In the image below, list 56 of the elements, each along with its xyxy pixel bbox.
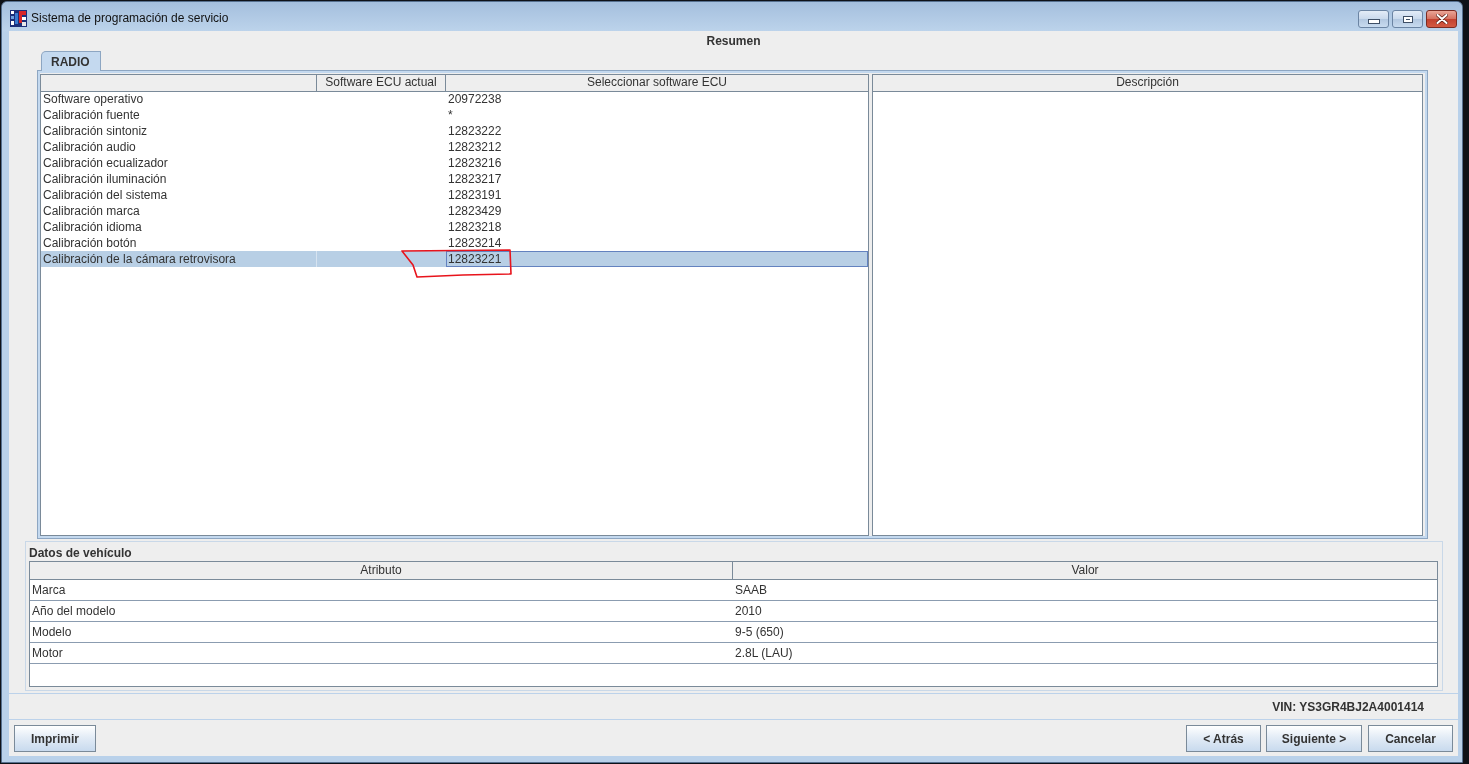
- table-cell-text: Calibración del sistema: [42, 187, 169, 203]
- table-row[interactable]: Calibración del sistema 12823191: [41, 187, 868, 203]
- table-cell-text: Calibración fuente: [42, 107, 141, 123]
- table-cell-text: SAAB: [734, 582, 768, 599]
- table-cell-text: 12823218: [447, 219, 503, 235]
- minimize-button[interactable]: [1358, 10, 1389, 28]
- table-cell-text: Calibración botón: [42, 235, 138, 251]
- tab[interactable]: RADIO: [41, 51, 101, 71]
- table-row[interactable]: Calibración audio 12823212: [41, 139, 868, 155]
- back-button[interactable]: < Atrás: [1186, 725, 1261, 752]
- table-cell-text: Modelo: [31, 624, 73, 641]
- table-cell-text: Calibración ecualizador: [42, 155, 169, 171]
- table-cell-text: Calibración marca: [42, 203, 141, 219]
- table-cell-text: 12823429: [447, 203, 503, 219]
- table-cell-text: Motor: [31, 645, 64, 662]
- table-cell-text: 12823222: [447, 123, 503, 139]
- table-row[interactable]: Calibración fuente *: [41, 107, 868, 123]
- window-title: Sistema de programación de servicio: [31, 10, 229, 27]
- maximize-button[interactable]: [1392, 10, 1423, 28]
- table-cell: 12823221: [446, 251, 868, 267]
- table-cell-text: Calibración audio: [42, 139, 137, 155]
- table-cell-text: Calibración iluminación: [42, 171, 168, 187]
- table-cell-text: 12823212: [447, 139, 503, 155]
- table-cell: Calibración de la cámara retrovisora: [41, 251, 317, 267]
- close-button[interactable]: [1426, 10, 1457, 28]
- cancel-button[interactable]: Cancelar: [1368, 725, 1453, 752]
- table-cell-text: *: [447, 107, 454, 123]
- table-cell-text: Calibración sintoniz: [42, 123, 149, 139]
- table-cell-text: Año del modelo: [31, 603, 117, 620]
- section-title: Datos de vehículo: [29, 545, 132, 560]
- table-cell-text: Marca: [31, 582, 67, 599]
- table-cell-text: 20972238: [447, 91, 503, 107]
- close-icon: [1435, 14, 1448, 24]
- table-row[interactable]: Calibración iluminación 12823217: [41, 171, 868, 187]
- app-icon: [10, 10, 27, 27]
- maximize-icon: [1402, 15, 1413, 23]
- print-button[interactable]: Imprimir: [14, 725, 96, 752]
- page-heading: Resumen: [706, 33, 761, 49]
- table-cell-text: 12823214: [447, 235, 503, 251]
- table-cell-text: 12823191: [447, 187, 503, 203]
- table-row[interactable]: Calibración botón 12823214: [41, 235, 868, 251]
- minimize-icon: [1367, 19, 1380, 24]
- table-row[interactable]: Calibración idioma 12823218: [41, 219, 868, 235]
- table-row[interactable]: Calibración sintoniz 12823222: [41, 123, 868, 139]
- next-button[interactable]: Siguiente >: [1266, 725, 1362, 752]
- table-row[interactable]: Software operativo 20972238: [41, 91, 868, 107]
- table-cell-text: 12823217: [447, 171, 503, 187]
- table-cell-text: 12823216: [447, 155, 503, 171]
- table-cell-text: 2010: [734, 603, 763, 620]
- table-cell-text: Software operativo: [42, 91, 145, 107]
- vin-label: VIN: YS3GR4BJ2A4001414: [1272, 699, 1424, 714]
- table-cell-text: 2.8L (LAU): [734, 645, 794, 662]
- table-cell-text: 9-5 (650): [734, 624, 785, 641]
- table-row[interactable]: Calibración ecualizador 12823216: [41, 155, 868, 171]
- table-row[interactable]: Calibración marca 12823429: [41, 203, 868, 219]
- table-cell-text: Calibración idioma: [42, 219, 143, 235]
